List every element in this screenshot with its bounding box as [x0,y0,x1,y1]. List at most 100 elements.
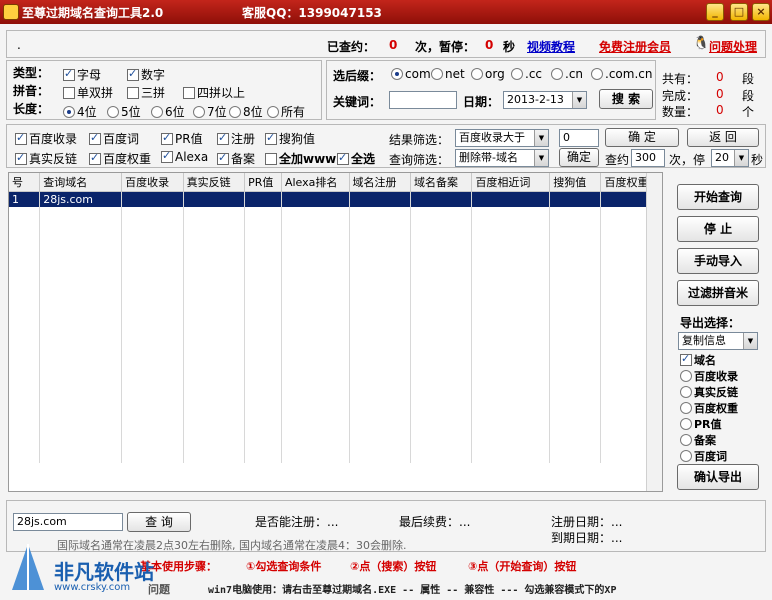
type-option-letters[interactable]: 字母 [63,66,101,83]
filter-baidu-weight[interactable]: 百度权重 [89,150,151,167]
manual-import-button[interactable]: 手动导入 [677,248,759,274]
suffix-net[interactable]: net [431,67,465,81]
table-row[interactable] [9,431,661,447]
export-option[interactable]: 百度收录 [680,368,764,384]
type-option-numbers[interactable]: 数字 [127,66,165,83]
table-cell [9,383,41,399]
search-button[interactable]: 搜 索 [599,89,653,109]
table-row[interactable] [9,383,661,399]
filter-baidu-word[interactable]: 百度词 [89,130,139,147]
problem-link[interactable]: 问题处理 [709,38,757,55]
column-header[interactable]: Alexa排名 [281,173,350,192]
column-header[interactable]: 域名注册 [349,173,411,192]
table-row[interactable] [9,335,661,351]
table-cell [183,319,246,335]
filter-pr[interactable]: PR值 [161,130,203,147]
export-option[interactable]: 真实反链 [680,384,764,400]
column-header[interactable]: PR值 [244,173,282,192]
result-filter-number[interactable]: 0 [559,129,599,147]
radio-icon [551,68,563,80]
table-row[interactable] [9,351,661,367]
export-option[interactable]: 百度词 [680,448,764,464]
filter-register[interactable]: 注册 [217,130,255,147]
video-tutorial-link[interactable]: 视频教程 [527,38,575,55]
maximize-icon[interactable]: □ [730,3,748,21]
length-option-7[interactable]: 7位 [193,103,227,120]
column-header[interactable]: 号 [9,173,41,192]
free-register-link[interactable]: 免费注册会员 [599,38,671,55]
confirm-button[interactable]: 确 定 [605,128,679,147]
date-picker[interactable]: 2013-2-13 ▼ [503,91,587,109]
table-row[interactable] [9,399,661,415]
table-cell [9,207,41,223]
suffix-com[interactable]: com [391,67,431,81]
result-filter-select[interactable]: 百度收录大于 ▼ [455,129,549,147]
close-icon[interactable]: × [752,3,770,21]
keyword-input[interactable] [389,91,457,109]
column-header[interactable]: 百度相近词 [471,173,551,192]
stop-seconds-select[interactable]: 20 ▼ [711,149,749,167]
export-option[interactable]: 百度权重 [680,400,764,416]
export-mode-select[interactable]: 复制信息 ▼ [678,332,758,350]
table-row[interactable] [9,223,661,239]
domain-input[interactable]: 28js.com [13,513,123,531]
filter-real-backlinks[interactable]: 真实反链 [15,150,77,167]
table-row[interactable] [9,207,661,223]
filter-add-www[interactable]: 全加www [265,150,336,167]
length-option-5[interactable]: 5位 [107,103,141,120]
table-row[interactable]: 1 28js.com [9,191,661,207]
table-cell [471,447,551,463]
query-button[interactable]: 查 询 [127,512,191,532]
suffix-comcn[interactable]: .com.cn [591,67,652,81]
table-row[interactable] [9,415,661,431]
filter-alexa[interactable]: Alexa [161,149,208,164]
filter-select-all[interactable]: 全选 [337,150,375,167]
table-row[interactable] [9,255,661,271]
table-cell: 28js.com [39,191,123,207]
confirm-export-button[interactable]: 确认导出 [677,464,759,490]
suffix-cc[interactable]: .cc [511,67,542,81]
stop-button[interactable]: 停 止 [677,216,759,242]
column-header[interactable]: 百度收录 [121,173,184,192]
length-option-4[interactable]: 4位 [63,103,97,120]
length-option-6[interactable]: 6位 [151,103,185,120]
filter-pinyin-button[interactable]: 过滤拼音米 [677,280,759,306]
pinyin-option-double[interactable]: 单双拼 [63,84,113,101]
table-cell [39,303,123,319]
table-row[interactable] [9,367,661,383]
filter-icp[interactable]: 备案 [217,150,255,167]
pinyin-option-triple[interactable]: 三拼 [127,84,165,101]
table-row[interactable] [9,447,661,463]
length-option-all[interactable]: 所有 [267,103,305,120]
export-option[interactable]: PR值 [680,416,764,432]
table-cell [121,207,184,223]
table-row[interactable] [9,303,661,319]
export-option[interactable]: 域名 [680,352,764,368]
query-count-input[interactable]: 300 [631,149,665,167]
radio-icon [680,450,692,462]
column-header[interactable]: 搜狗值 [549,173,602,192]
confirm-filter-button[interactable]: 确定 [559,148,599,167]
table-row[interactable] [9,287,661,303]
results-table[interactable]: 号查询域名 百度收录 真实反链 PR值 Alexa排名 域名注册 域名备案 百度相近词 搜狗值百… [8,172,663,492]
export-option[interactable]: 备案 [680,432,764,448]
table-scrollbar[interactable] [646,173,662,491]
minimize-icon[interactable]: _ [706,3,724,21]
filter-baidu-index[interactable]: 百度收录 [15,130,77,147]
column-header[interactable]: 查询域名 [39,173,123,192]
pinyin-option-four[interactable]: 四拼以上 [183,84,245,101]
start-query-button[interactable]: 开始查询 [677,184,759,210]
suffix-cn[interactable]: .cn [551,67,583,81]
column-header[interactable]: 域名备案 [410,173,473,192]
table-cell [9,287,41,303]
table-row[interactable] [9,271,661,287]
filter-sogou[interactable]: 搜狗值 [265,130,315,147]
suffix-org[interactable]: org [471,67,505,81]
length-option-8[interactable]: 8位 [229,103,263,120]
column-header[interactable]: 真实反链 [183,173,246,192]
back-button[interactable]: 返 回 [687,128,759,147]
query-filter-select[interactable]: 删除带-域名 ▼ [455,149,549,167]
table-row[interactable] [9,239,661,255]
table-cell [9,271,41,287]
table-row[interactable] [9,319,661,335]
